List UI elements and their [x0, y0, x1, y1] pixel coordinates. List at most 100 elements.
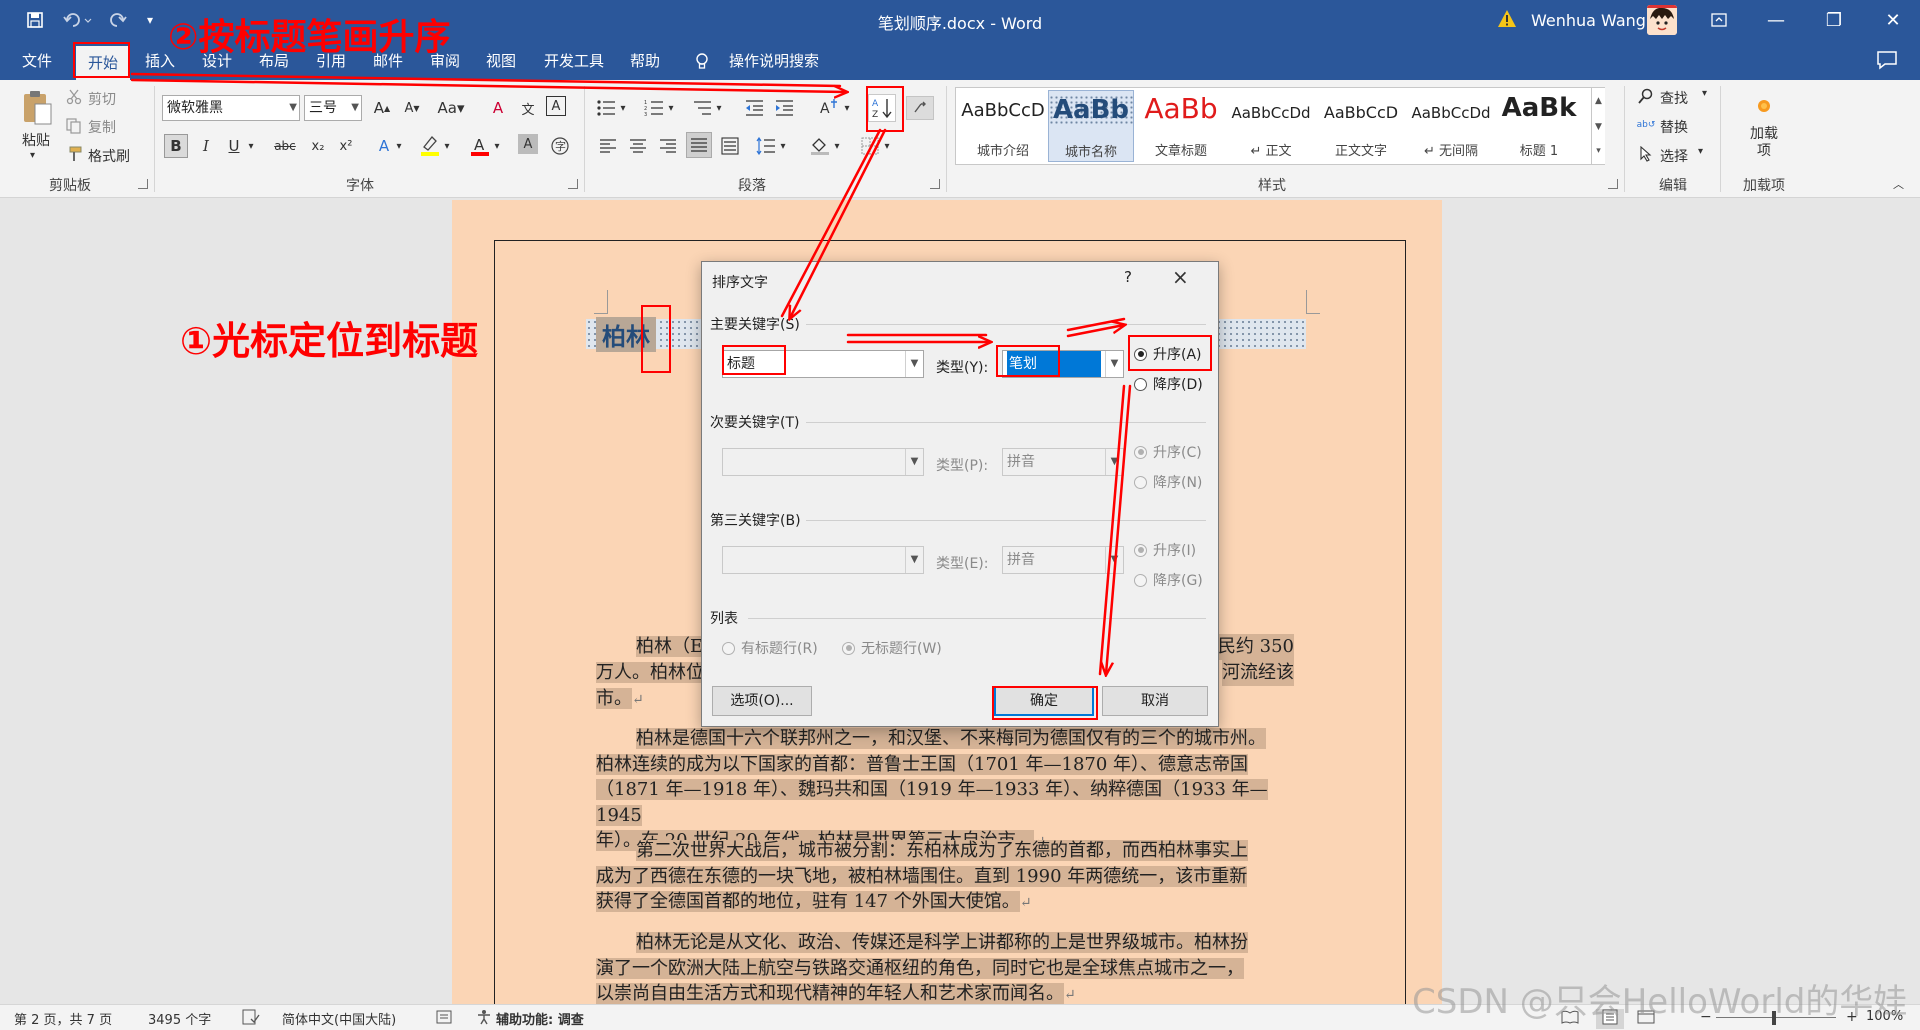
- strikethrough-button[interactable]: abc: [270, 134, 300, 158]
- addin-icon[interactable]: [1756, 98, 1772, 114]
- chevron-down-icon[interactable]: ▾: [664, 96, 678, 120]
- third-descending-radio[interactable]: 降序(G): [1134, 570, 1203, 590]
- paste-dropdown-icon[interactable]: ▾: [30, 150, 35, 161]
- undo-icon[interactable]: [58, 8, 98, 32]
- third-ascending-radio[interactable]: 升序(I): [1134, 540, 1196, 560]
- accessibility-status[interactable]: 辅助功能: 调查: [496, 1009, 584, 1028]
- close-button[interactable]: ✕: [1874, 4, 1912, 36]
- copy-label[interactable]: 复制: [88, 117, 116, 137]
- replace-icon[interactable]: ab↺: [1636, 115, 1656, 135]
- phonetic-guide-icon[interactable]: 文: [516, 96, 540, 120]
- font-launcher-icon[interactable]: [568, 179, 578, 189]
- lightbulb-icon[interactable]: [693, 52, 711, 70]
- format-painter-icon[interactable]: [64, 144, 84, 164]
- style-normal[interactable]: AaBbCcDd ↵ 正文: [1228, 90, 1314, 162]
- align-left-icon[interactable]: [596, 134, 620, 158]
- change-case-icon[interactable]: Aa▾: [434, 96, 468, 120]
- customize-qat-icon[interactable]: ▾: [140, 8, 160, 32]
- underline-button[interactable]: U: [222, 134, 246, 158]
- tab-developer[interactable]: 开发工具: [538, 48, 610, 74]
- underline-dropdown-icon[interactable]: ▾: [244, 134, 258, 158]
- third-key-select[interactable]: ▼: [722, 546, 924, 574]
- style-city-name[interactable]: AaBb 城市名称: [1048, 90, 1134, 162]
- style-no-spacing[interactable]: AaBbCcDd ↵ 无间隔: [1408, 90, 1494, 162]
- paste-icon[interactable]: [20, 88, 56, 128]
- select-label[interactable]: 选择: [1660, 146, 1688, 166]
- search-icon[interactable]: [1636, 86, 1656, 106]
- paragraph-4[interactable]: 柏林无论是从文化、政治、传媒还是科学上讲都称的上是世界级城市。柏林扮 演了一个欧…: [596, 930, 1306, 1009]
- chevron-down-icon[interactable]: ▾: [440, 134, 454, 158]
- cancel-button[interactable]: 取消: [1102, 686, 1208, 716]
- find-label[interactable]: 查找: [1660, 88, 1688, 108]
- has-header-row-radio[interactable]: 有标题行(R): [722, 638, 818, 658]
- tab-file[interactable]: 文件: [14, 48, 60, 74]
- secondary-ascending-radio[interactable]: 升序(C): [1134, 442, 1202, 462]
- chevron-down-icon[interactable]: ▾: [490, 134, 504, 158]
- increase-indent-icon[interactable]: [772, 96, 796, 120]
- character-border-icon[interactable]: A: [546, 96, 566, 116]
- cut-icon[interactable]: [64, 87, 84, 107]
- highlight-icon[interactable]: [418, 134, 442, 158]
- tab-help[interactable]: 帮助: [623, 48, 667, 74]
- language-status[interactable]: 简体中文(中国大陆): [282, 1009, 396, 1028]
- numbering-icon[interactable]: 123: [642, 96, 666, 120]
- enclose-characters-icon[interactable]: 字: [548, 134, 572, 158]
- font-size-combo[interactable]: 三号 ▼: [304, 95, 362, 121]
- page-count[interactable]: 第 2 页，共 7 页: [14, 1009, 112, 1028]
- line-spacing-icon[interactable]: [754, 134, 778, 158]
- secondary-key-select[interactable]: ▼: [722, 448, 924, 476]
- shrink-font-icon[interactable]: A ▼: [400, 96, 424, 120]
- styles-scroll-up-icon[interactable]: ▲: [1591, 88, 1605, 114]
- format-painter-label[interactable]: 格式刷: [88, 146, 130, 166]
- style-heading-1[interactable]: AaBk 标题 1: [1496, 90, 1582, 162]
- chevron-down-icon[interactable]: ▾: [880, 134, 894, 158]
- minimize-button[interactable]: —: [1757, 4, 1795, 36]
- chevron-down-icon[interactable]: ▾: [616, 96, 630, 120]
- tab-view[interactable]: 视图: [479, 48, 523, 74]
- chevron-down-icon[interactable]: ▾: [1702, 88, 1707, 99]
- decrease-indent-icon[interactable]: [742, 96, 766, 120]
- style-article-title[interactable]: AaBb 文章标题: [1138, 90, 1224, 162]
- bullets-icon[interactable]: [594, 96, 618, 120]
- italic-button[interactable]: I: [194, 134, 218, 158]
- user-name[interactable]: Wenhua Wang: [1531, 11, 1646, 30]
- paragraph-3[interactable]: 第二次世界大战后，城市被分割：东柏林成为了东德的首都，而西柏林事实上 成为了西德…: [596, 838, 1306, 917]
- align-center-icon[interactable]: [626, 134, 650, 158]
- character-shading-icon[interactable]: A: [518, 134, 538, 154]
- style-city-intro[interactable]: AaBbCcD 城市介绍: [960, 90, 1046, 162]
- ribbon-display-options-icon[interactable]: [1700, 4, 1738, 36]
- help-button[interactable]: ?: [1124, 268, 1132, 286]
- replace-label[interactable]: 替换: [1660, 117, 1688, 137]
- options-button[interactable]: 选项(O)...: [712, 686, 812, 716]
- addins-button-label[interactable]: 加载项: [1748, 126, 1780, 160]
- cut-label[interactable]: 剪切: [88, 89, 116, 109]
- paste-label[interactable]: 粘贴: [22, 130, 50, 150]
- warning-icon[interactable]: [1497, 9, 1517, 29]
- font-name-combo[interactable]: 微软雅黑 ▼: [162, 95, 300, 121]
- macro-icon[interactable]: [436, 1009, 452, 1029]
- chevron-down-icon[interactable]: ▾: [392, 134, 406, 158]
- proofing-icon[interactable]: [242, 1009, 260, 1029]
- copy-icon[interactable]: [64, 116, 84, 136]
- font-color-icon[interactable]: A: [468, 134, 492, 158]
- multilevel-list-icon[interactable]: [690, 96, 714, 120]
- style-body-text[interactable]: AaBbCcD 正文文字: [1318, 90, 1404, 162]
- distributed-icon[interactable]: [718, 134, 742, 158]
- chevron-down-icon[interactable]: ▾: [1698, 146, 1703, 157]
- chevron-down-icon[interactable]: ▾: [712, 96, 726, 120]
- close-icon[interactable]: ×: [1172, 265, 1189, 289]
- show-formatting-marks-icon[interactable]: [906, 96, 934, 120]
- no-header-row-radio[interactable]: 无标题行(W): [842, 638, 942, 658]
- comments-icon[interactable]: [1876, 50, 1898, 70]
- secondary-type-select[interactable]: 拼音 ▼: [1002, 448, 1124, 476]
- secondary-descending-radio[interactable]: 降序(N): [1134, 472, 1202, 492]
- paragraph-launcher-icon[interactable]: [930, 179, 940, 189]
- styles-more-icon[interactable]: ▾: [1591, 138, 1605, 164]
- third-type-select[interactable]: 拼音 ▼: [1002, 546, 1124, 574]
- styles-launcher-icon[interactable]: [1608, 179, 1618, 189]
- user-avatar[interactable]: [1647, 5, 1677, 35]
- chevron-down-icon[interactable]: ▾: [830, 134, 844, 158]
- word-count[interactable]: 3495 个字: [148, 1009, 211, 1028]
- bold-button[interactable]: B: [164, 134, 188, 158]
- shading-icon[interactable]: [808, 134, 832, 158]
